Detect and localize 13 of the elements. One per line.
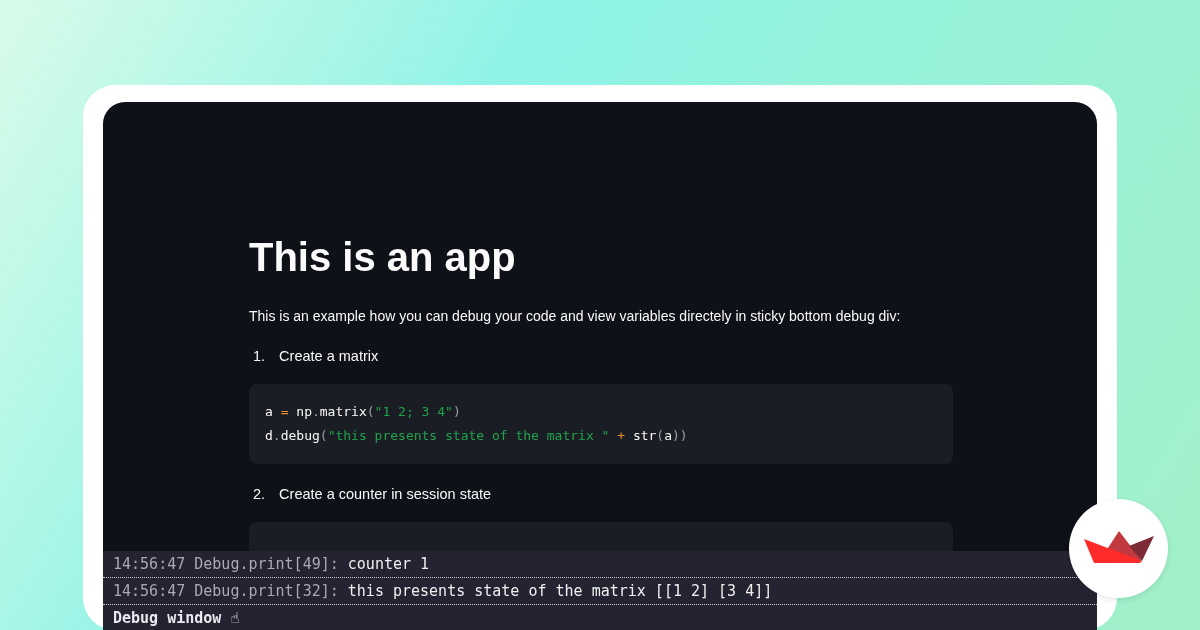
log-message: this presents state of the matrix [[1 2] [3 4]] (347, 582, 773, 600)
page-title: This is an app (249, 234, 517, 281)
log-message: counter 1 (347, 555, 430, 573)
intro-text: This is an example how you can debug your code and view variables directely in sticky bottom debug div: (249, 308, 902, 324)
list-number: 1. (253, 348, 266, 364)
code-line: a = np.matrix("1 2; 3 4") (265, 403, 462, 421)
log-source: 14:56:47 Debug.print[49]: (113, 555, 339, 573)
log-source: 14:56:47 Debug.print[32]: (113, 582, 339, 600)
list-number: 2. (253, 486, 266, 502)
list-item-text: Create a counter in session state (279, 486, 492, 502)
debug-window-title: Debug window ☝ (112, 608, 241, 629)
code-line: d.debug("this presents state of the matrix " + str(a)) (265, 427, 689, 445)
list-item-text: Create a matrix (279, 348, 379, 364)
